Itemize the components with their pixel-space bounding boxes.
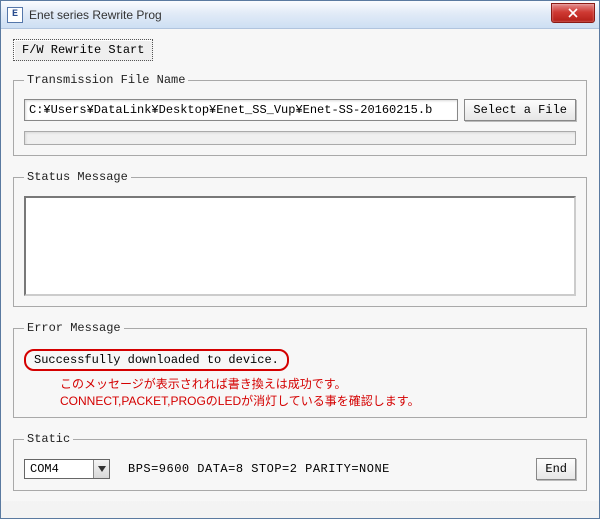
end-button[interactable]: End [536,458,576,480]
window-title: Enet series Rewrite Prog [29,8,162,22]
error-area: Successfully downloaded to device. このメッセ… [24,347,576,407]
file-row: Select a File [24,99,576,121]
fw-rewrite-start-button[interactable]: F/W Rewrite Start [13,39,153,61]
error-group: Error Message Successfully downloaded to… [13,321,587,418]
status-legend: Status Message [24,170,131,184]
annotation-line-1: このメッセージが表示されれば書き換えは成功です。 [60,376,576,393]
transmission-legend: Transmission File Name [24,73,188,87]
app-icon: E [7,7,23,23]
progress-bar [24,131,576,145]
select-file-button[interactable]: Select a File [464,99,576,121]
app-window: E Enet series Rewrite Prog F/W Rewrite S… [0,0,600,519]
static-group: Static COM4 BPS=9600 DATA=8 STOP=2 PARIT… [13,432,587,491]
transmission-group: Transmission File Name Select a File [13,73,587,156]
end-button-wrap: End [536,458,576,480]
annotation-line-2: CONNECT,PACKET,PROGのLEDが消灯している事を確認します。 [60,393,576,410]
com-port-value: COM4 [30,462,59,476]
static-row: COM4 BPS=9600 DATA=8 STOP=2 PARITY=NONE … [24,458,576,480]
close-icon [568,8,578,18]
close-button[interactable] [551,3,595,23]
error-message-text: Successfully downloaded to device. [24,349,289,371]
annotation-text: このメッセージが表示されれば書き換えは成功です。 CONNECT,PACKET,… [60,376,576,410]
file-path-input[interactable] [24,99,458,121]
chevron-down-icon [93,460,109,478]
titlebar: E Enet series Rewrite Prog [1,1,599,29]
com-port-select[interactable]: COM4 [24,459,110,479]
status-textarea[interactable] [24,196,576,296]
static-legend: Static [24,432,73,446]
status-group: Status Message [13,170,587,307]
error-legend: Error Message [24,321,124,335]
serial-settings-text: BPS=9600 DATA=8 STOP=2 PARITY=NONE [128,462,390,476]
client-area: F/W Rewrite Start Transmission File Name… [1,29,599,501]
